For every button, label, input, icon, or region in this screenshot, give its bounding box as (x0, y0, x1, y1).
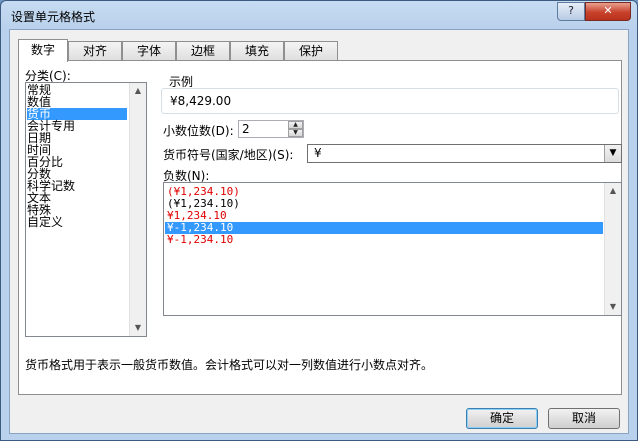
tab-alignment[interactable]: 对齐 (68, 41, 122, 61)
format-cells-dialog: 设置单元格格式 ? ✕ 数字 对齐 字体 边框 填充 保护 分类(C): 常规数… (0, 0, 638, 441)
tab-number[interactable]: 数字 (18, 39, 68, 62)
help-button[interactable]: ? (557, 2, 585, 21)
dropdown-arrow-icon[interactable]: ▼ (604, 145, 621, 162)
decimal-places-spinner[interactable]: 2 ▲ ▼ (238, 120, 304, 138)
spin-down-icon[interactable]: ▼ (288, 129, 303, 137)
format-description: 货币格式用于表示一般货币数值。会计格式可以对一列数值进行小数点对齐。 (25, 358, 434, 372)
scroll-up-icon[interactable]: ▲ (130, 83, 146, 99)
tab-border[interactable]: 边框 (176, 41, 230, 61)
negative-format-item[interactable]: (¥1,234.10) (165, 198, 603, 210)
title-bar: 设置单元格格式 ? ✕ (1, 1, 637, 29)
sample-value: ¥8,429.00 (170, 94, 232, 108)
category-list[interactable]: 常规 数值 货币 会计专用 日期 时间 百分比 分数 科学记数 文本 特殊 自定义 ▲ ▼ (25, 82, 147, 337)
currency-symbol-value: ¥ (314, 146, 322, 160)
scroll-up-icon[interactable]: ▲ (605, 183, 621, 199)
decimal-places-label: 小数位数(D): (163, 124, 234, 138)
number-tab-panel: 分类(C): 常规 数值 货币 会计专用 日期 时间 百分比 分数 科学记数 文本 特殊 自定义 ▲ … (18, 60, 622, 395)
negative-format-item[interactable]: ¥-1,234.10 (165, 234, 603, 246)
dialog-body: 数字 对齐 字体 边框 填充 保护 分类(C): 常规 数值 货币 会计专用 日期 时间百… (9, 29, 629, 434)
currency-symbol-label: 货币符号(国家/地区)(S): (163, 148, 294, 162)
category-scrollbar[interactable]: ▲ ▼ (129, 83, 146, 336)
decimal-places-value[interactable]: 2 (242, 122, 250, 136)
spin-up-icon[interactable]: ▲ (288, 121, 303, 129)
tab-protection[interactable]: 保护 (284, 41, 338, 61)
ok-button[interactable]: 确定 (466, 408, 538, 429)
scroll-down-icon[interactable]: ▼ (605, 299, 621, 315)
sample-box: ¥8,429.00 (161, 88, 619, 114)
negative-numbers-list[interactable]: (¥1,234.10) (¥1,234.10) ¥1,234.10 ¥-1,234.1… (163, 182, 622, 316)
negative-scrollbar[interactable]: ▲ ▼ (604, 183, 621, 315)
tab-fill[interactable]: 填充 (230, 41, 284, 61)
scroll-down-icon[interactable]: ▼ (130, 320, 146, 336)
close-button[interactable]: ✕ (585, 2, 631, 21)
cancel-button[interactable]: 取消 (548, 408, 620, 429)
tab-font[interactable]: 字体 (122, 41, 176, 61)
dialog-title: 设置单元格格式 (11, 10, 96, 24)
spinner-buttons: ▲ ▼ (288, 121, 303, 137)
category-item[interactable]: 自定义 (27, 216, 127, 228)
currency-symbol-select[interactable]: ¥ ▼ (307, 144, 622, 163)
